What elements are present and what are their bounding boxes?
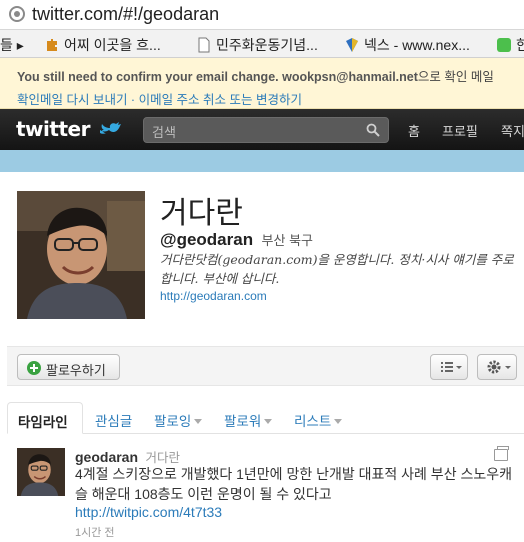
bookmark-logo-icon <box>497 38 511 52</box>
tweet-text: 4계절 스키장으로 개발했다 1년만에 망한 난개발 대표적 사례 부산 스노우… <box>75 466 512 502</box>
list-menu-button[interactable] <box>430 354 468 380</box>
tweet-timestamp[interactable]: 1시간 전 <box>75 524 115 540</box>
search-placeholder: 검색 <box>152 125 176 140</box>
twitter-logo[interactable]: twitter <box>16 117 90 141</box>
search-icon[interactable] <box>366 123 380 137</box>
notice-separator: · <box>127 93 139 107</box>
profile-website-link[interactable]: http://geodaran.com <box>160 289 267 303</box>
url-text[interactable]: twitter.com/#!/geodaran <box>32 4 219 25</box>
top-bar: twitter 검색 홈 프로필 쪽지 <box>0 109 524 150</box>
shield-icon <box>346 38 358 52</box>
tab-favorites[interactable]: 관심글 <box>95 410 132 430</box>
profile-handle: @geodaran <box>160 230 254 249</box>
avatar-photo <box>17 191 145 319</box>
tab-followers[interactable]: 팔로워 <box>224 410 273 430</box>
resend-email-link[interactable]: 확인메일 다시 보내기 <box>17 93 127 107</box>
chevron-down-icon <box>334 419 343 424</box>
bird-icon <box>100 122 121 134</box>
tab-following[interactable]: 팔로잉 <box>154 410 203 430</box>
avatar[interactable] <box>17 191 145 319</box>
tab-lists[interactable]: 리스트 <box>294 410 343 430</box>
bookmark-item[interactable]: 민주화운동기념... <box>196 35 318 55</box>
profile-location: 부산 북구 <box>261 233 313 248</box>
profile-name: 거다란 <box>160 197 243 230</box>
avatar-photo <box>17 448 65 496</box>
profile-bio: 거다란닷컴(geodaran.com)을 운영합니다. 정치·시사 얘기를 주로… <box>160 252 514 286</box>
bookmark-item[interactable]: 어찌 이곳을 흐... <box>44 35 161 55</box>
address-bar[interactable]: twitter.com/#!/geodaran <box>0 0 524 30</box>
notice-message: You still need to confirm your email cha… <box>17 70 418 84</box>
nav-messages[interactable]: 쪽지 <box>501 121 524 140</box>
gear-icon <box>487 360 511 374</box>
globe-icon <box>9 6 25 22</box>
notice-message-rest: 으로 확인 메일 <box>417 70 494 84</box>
plus-icon <box>27 361 41 375</box>
chevron-down-icon <box>264 419 273 424</box>
email-confirm-notice: You still need to confirm your email cha… <box>0 58 524 109</box>
chevron-down-icon <box>194 419 203 424</box>
bookmarks-bar: 들 ▸ 어찌 이곳을 흐... 민주화운동기념... 넥스 - www.nex.… <box>0 30 524 58</box>
nav-profile[interactable]: 프로필 <box>442 121 478 140</box>
tab-timeline[interactable]: 타임라인 <box>7 402 83 434</box>
bookmark-item[interactable]: 넥스 - www.nex... <box>344 35 470 55</box>
tweet-display-name[interactable]: 거다란 <box>145 451 180 465</box>
media-icon[interactable] <box>494 446 509 461</box>
follow-button[interactable]: 팔로우하기 <box>17 354 120 380</box>
profile-band <box>0 150 524 172</box>
settings-menu-button[interactable] <box>477 354 517 380</box>
profile-main: 거다란 @geodaran 부산 북구 거다란닷컴(geodaran.com)을… <box>0 172 524 542</box>
page-icon <box>198 37 210 53</box>
tweet-item[interactable]: geodaran 거다란 4계절 스키장으로 개발했다 1년만에 망한 난개발 … <box>7 434 524 542</box>
cancel-email-link[interactable]: 이메일 주소 취소 또는 변경하기 <box>139 93 302 107</box>
profile-tabs: 타임라인 관심글 팔로잉 팔로워 리스트 <box>7 402 524 434</box>
bookmark-item[interactable]: 들 ▸ <box>0 35 24 55</box>
puzzle-icon <box>47 39 57 51</box>
search-box[interactable]: 검색 <box>143 117 389 143</box>
bookmark-item[interactable]: 한 <box>496 35 524 55</box>
tweet-link[interactable]: http://twitpic.com/4t7t33 <box>75 504 222 520</box>
follow-button-label: 팔로우하기 <box>46 363 106 378</box>
nav-home[interactable]: 홈 <box>408 121 420 140</box>
profile-actions: 팔로우하기 <box>7 346 524 386</box>
tweet-avatar[interactable] <box>17 448 65 496</box>
tweet-username[interactable]: geodaran <box>75 449 138 465</box>
list-icon <box>441 362 462 372</box>
